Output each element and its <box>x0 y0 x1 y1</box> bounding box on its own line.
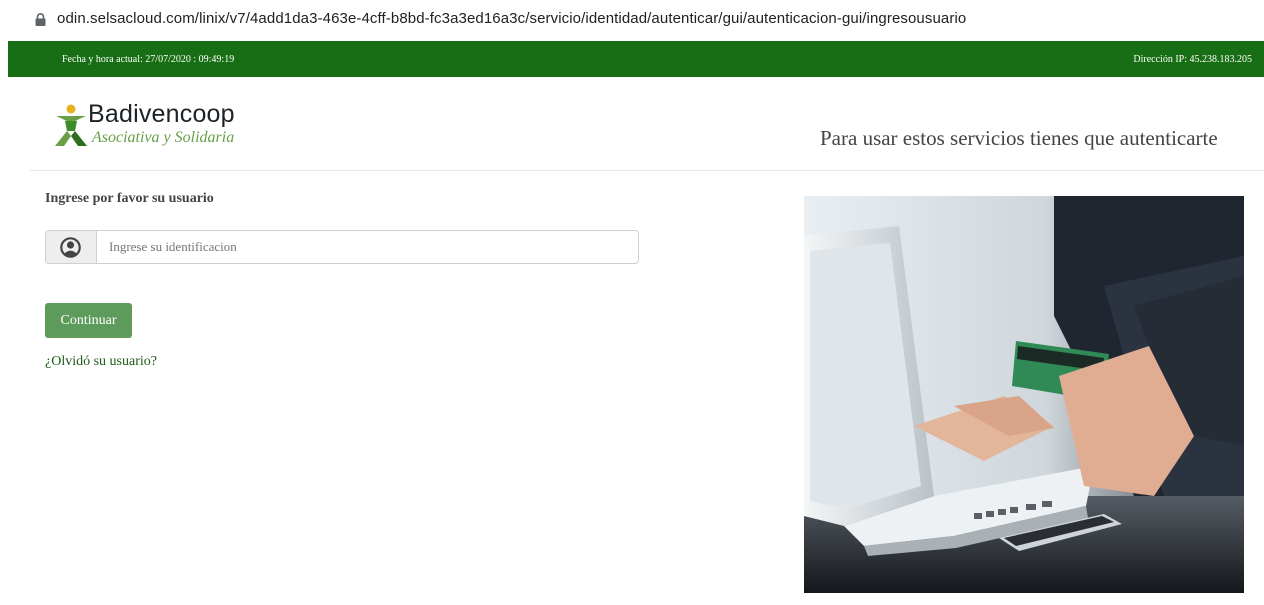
forgot-user-link[interactable]: ¿Olvidó su usuario? <box>45 354 157 370</box>
user-input-group <box>45 230 639 264</box>
header-divider <box>30 170 1264 171</box>
current-datetime: Fecha y hora actual: 27/07/2020 : 09:49:… <box>62 54 235 65</box>
login-prompt: Ingrese por favor su usuario <box>45 191 214 206</box>
top-info-bar: Fecha y hora actual: 27/07/2020 : 09:49:… <box>8 41 1264 77</box>
brand-tagline: Asociativa y Solidaria <box>92 129 235 146</box>
browser-address-bar[interactable]: odin.selsacloud.com/linix/v7/4add1da3-46… <box>0 0 1264 40</box>
ip-address: Dirección IP: 45.238.183.205 <box>1133 54 1252 65</box>
lock-icon <box>35 13 46 26</box>
person-logo-icon <box>55 104 87 146</box>
laptop-credit-card-photo <box>804 196 1244 593</box>
brand-logo[interactable]: Badivencoop Asociativa y Solidaria <box>55 98 295 150</box>
user-id-input[interactable] <box>97 231 638 263</box>
auth-message: Para usar estos servicios tienes que aut… <box>820 126 1218 150</box>
input-addon <box>46 231 97 263</box>
brand-name: Badivencoop <box>88 100 235 128</box>
continue-button[interactable]: Continuar <box>45 303 132 338</box>
user-circle-icon <box>60 237 81 258</box>
url-text[interactable]: odin.selsacloud.com/linix/v7/4add1da3-46… <box>57 10 966 27</box>
